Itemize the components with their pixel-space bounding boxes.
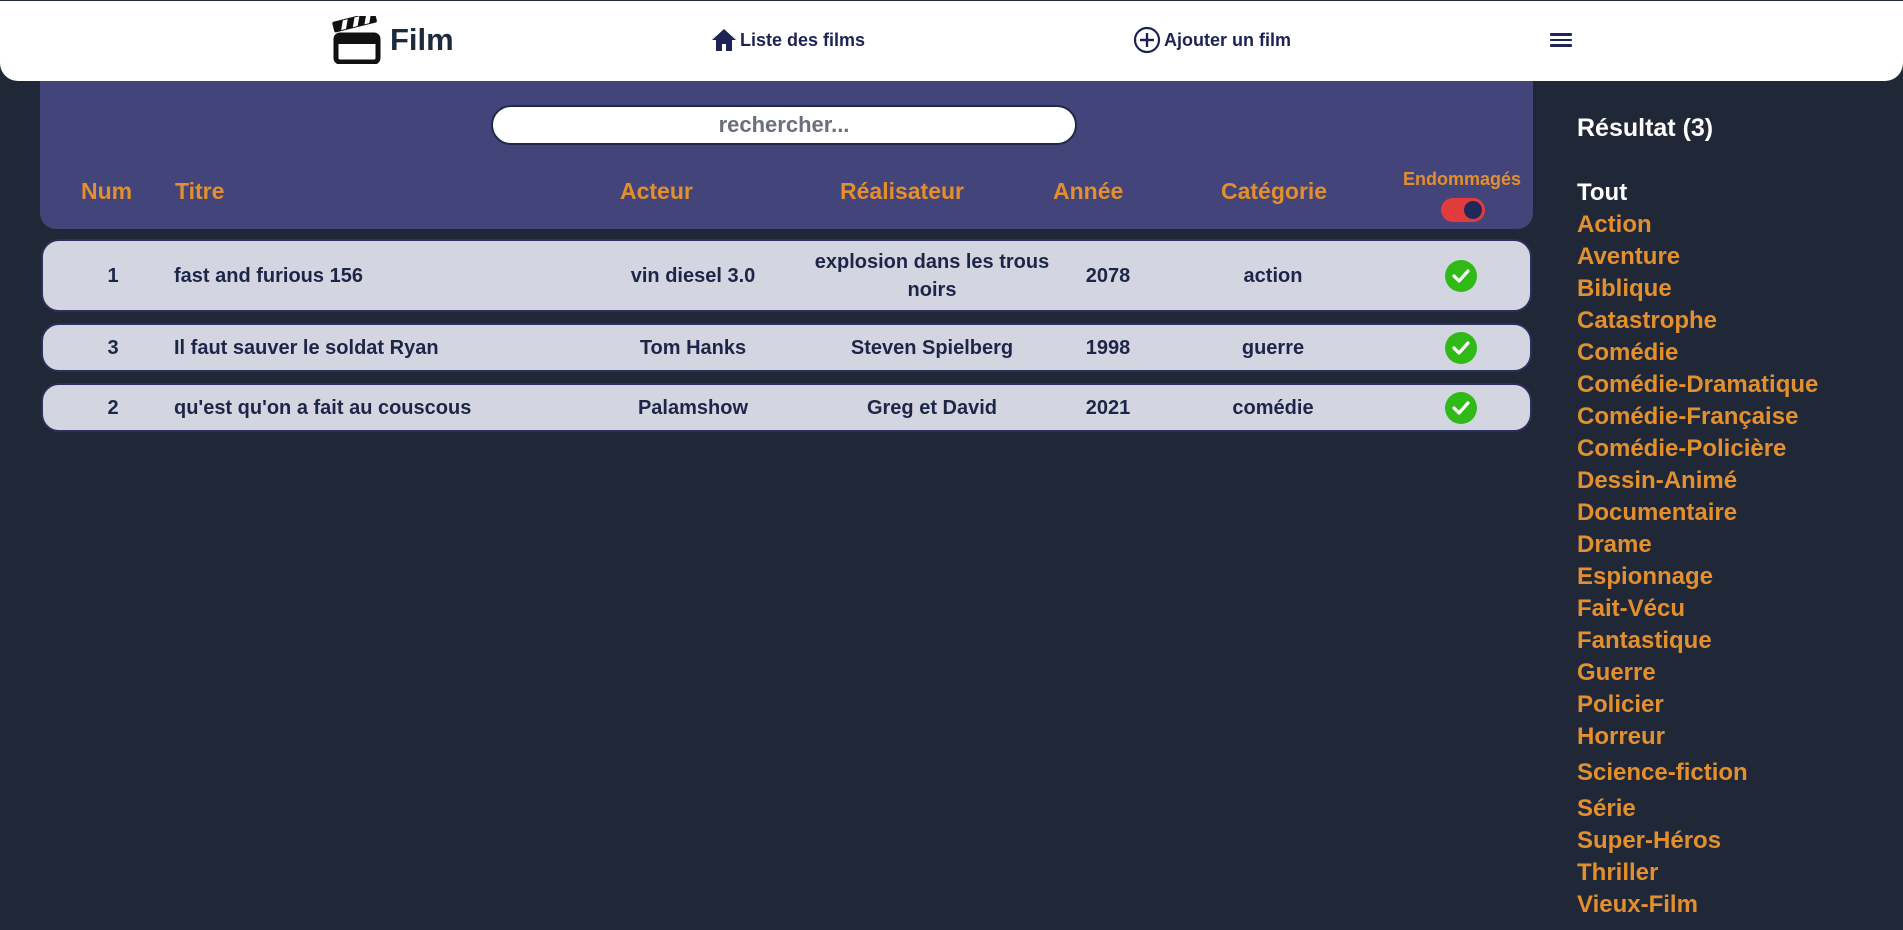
category-item-comedie-francaise[interactable]: Comédie-Française <box>1577 401 1818 433</box>
cell-category: comédie <box>1232 396 1314 419</box>
column-header-num[interactable]: Num <box>81 178 132 205</box>
category-item-biblique[interactable]: Biblique <box>1577 273 1818 305</box>
clapperboard-icon <box>332 16 382 64</box>
nav-link-label: Liste des films <box>740 29 866 50</box>
table-row[interactable]: 3 Il faut sauver le soldat Ryan Tom Hank… <box>41 323 1532 372</box>
category-item-vieux-film[interactable]: Vieux-Film <box>1577 889 1818 921</box>
category-item-science-fiction[interactable]: Science-fiction <box>1577 757 1818 789</box>
cell-director: Steven Spielberg <box>850 336 1014 359</box>
nav-link-add-film[interactable]: Ajouter un film <box>1133 26 1291 54</box>
category-item-horreur[interactable]: Horreur <box>1577 721 1818 753</box>
nav-link-label: Ajouter un film <box>1164 29 1291 50</box>
table-row[interactable]: 1 fast and furious 156 vin diesel 3.0 ex… <box>41 239 1532 312</box>
category-item-comedie[interactable]: Comédie <box>1577 337 1818 369</box>
category-filter-list: Tout Action Aventure Biblique Catastroph… <box>1577 177 1818 921</box>
nav-link-film-list[interactable]: Liste des films <box>711 26 865 54</box>
cell-director: Greg et David <box>866 396 998 419</box>
cell-category: guerre <box>1241 336 1305 359</box>
column-header-actor[interactable]: Acteur <box>620 178 693 205</box>
category-item-drame[interactable]: Drame <box>1577 529 1818 561</box>
add-circle-icon <box>1133 26 1161 54</box>
cell-title: Il faut sauver le soldat Ryan <box>174 336 439 359</box>
cell-num: 3 <box>107 336 119 359</box>
cell-actor: vin diesel 3.0 <box>630 264 756 287</box>
cell-damaged <box>1445 241 1477 310</box>
cell-category: action <box>1243 264 1303 287</box>
cell-year: 2021 <box>1085 396 1131 419</box>
cell-year: 1998 <box>1085 336 1131 359</box>
cell-actor: Tom Hanks <box>639 336 747 359</box>
cell-year: 2078 <box>1085 264 1131 287</box>
category-item-catastrophe[interactable]: Catastrophe <box>1577 305 1818 337</box>
category-item-action[interactable]: Action <box>1577 209 1818 241</box>
cell-title: fast and furious 156 <box>174 264 363 287</box>
category-item-policier[interactable]: Policier <box>1577 689 1818 721</box>
category-item-dessin-anime[interactable]: Dessin-Animé <box>1577 465 1818 497</box>
cell-num: 2 <box>107 396 119 419</box>
cell-damaged <box>1445 385 1477 430</box>
check-circle-icon <box>1445 259 1477 292</box>
column-header-year[interactable]: Année <box>1053 178 1123 205</box>
category-item-espionnage[interactable]: Espionnage <box>1577 561 1818 593</box>
table-row[interactable]: 2 qu'est qu'on a fait au couscous Palams… <box>41 383 1532 432</box>
table-header-panel: Num Titre Acteur Réalisateur Année Catég… <box>40 81 1533 229</box>
top-navbar: Film Liste des films Ajouter un film <box>0 1 1903 81</box>
category-item-tout[interactable]: Tout <box>1577 177 1818 209</box>
cell-num: 1 <box>107 264 119 287</box>
result-count: Résultat (3) <box>1577 114 1714 142</box>
cell-actor: Palamshow <box>637 396 749 419</box>
home-icon <box>711 28 737 52</box>
column-header-category[interactable]: Catégorie <box>1221 178 1327 205</box>
category-item-super-heros[interactable]: Super-Héros <box>1577 825 1818 857</box>
brand-logo-link[interactable]: Film <box>332 15 454 65</box>
toggle-knob <box>1464 201 1482 219</box>
category-item-aventure[interactable]: Aventure <box>1577 241 1818 273</box>
cell-damaged <box>1445 325 1477 370</box>
damaged-filter-toggle[interactable] <box>1441 198 1485 222</box>
category-item-comedie-dramatique[interactable]: Comédie-Dramatique <box>1577 369 1818 401</box>
category-item-documentaire[interactable]: Documentaire <box>1577 497 1818 529</box>
column-header-director[interactable]: Réalisateur <box>840 178 964 205</box>
column-header-title[interactable]: Titre <box>175 178 224 205</box>
category-item-thriller[interactable]: Thriller <box>1577 857 1818 889</box>
hamburger-menu-icon[interactable] <box>1550 30 1572 50</box>
cell-title: qu'est qu'on a fait au couscous <box>174 396 472 419</box>
column-header-damaged: Endommagés <box>1402 169 1522 189</box>
cell-director: explosion dans les trous noirs <box>814 250 1050 301</box>
category-item-fait-vecu[interactable]: Fait-Vécu <box>1577 593 1818 625</box>
category-item-comedie-policiere[interactable]: Comédie-Policière <box>1577 433 1818 465</box>
category-item-guerre[interactable]: Guerre <box>1577 657 1818 689</box>
brand-label: Film <box>390 22 454 57</box>
category-item-serie[interactable]: Série <box>1577 793 1818 825</box>
check-circle-icon <box>1445 331 1477 364</box>
check-circle-icon <box>1445 391 1477 424</box>
category-item-fantastique[interactable]: Fantastique <box>1577 625 1818 657</box>
search-input[interactable] <box>491 105 1077 145</box>
